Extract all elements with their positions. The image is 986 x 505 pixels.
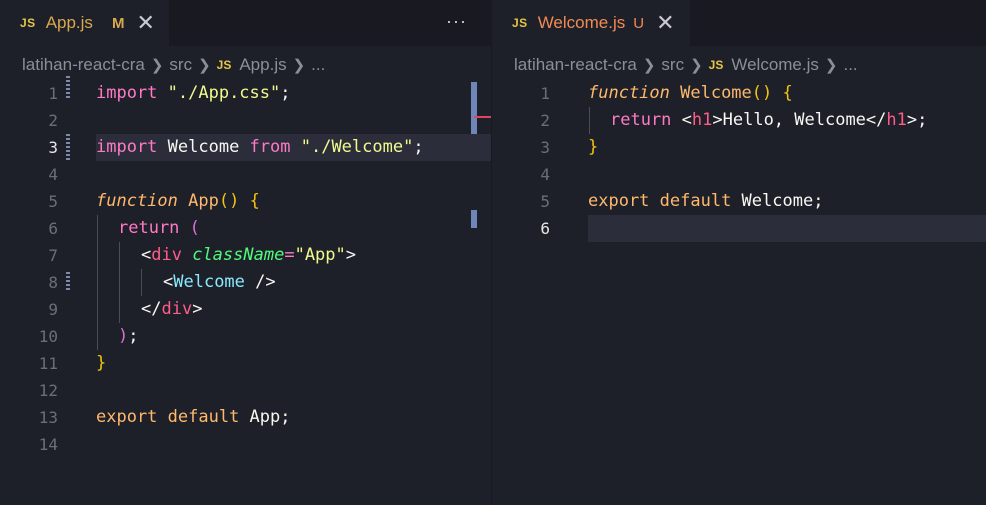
more-actions-icon[interactable]: ··· (446, 11, 467, 32)
code-text: return ( (118, 218, 200, 238)
chevron-right-icon: ❯ (292, 57, 306, 74)
chevron-right-icon: ❯ (198, 57, 211, 74)
untracked-badge: U (633, 14, 645, 32)
js-file-icon: JS (216, 58, 232, 72)
close-icon[interactable]: ✕ (136, 12, 154, 34)
code-text: import "./App.css"; (96, 83, 291, 103)
line-number: 2 (540, 111, 550, 130)
line-number: 3 (540, 138, 550, 157)
code-line: 4 (492, 161, 986, 188)
line-number: 1 (540, 84, 550, 103)
js-file-icon: JS (20, 16, 36, 30)
breadcrumb-folder[interactable]: latihan-react-cra (22, 55, 145, 75)
chevron-right-icon: ❯ (642, 57, 656, 74)
code-line: 14 (0, 431, 491, 458)
line-number: 9 (48, 300, 58, 319)
line-number: 2 (48, 111, 58, 130)
breadcrumb-symbol[interactable]: ... (311, 55, 325, 75)
code-line: 9 </div> (0, 296, 491, 323)
code-line: 3 } (492, 134, 986, 161)
code-line: 4 (0, 161, 491, 188)
code-text: import Welcome from "./Welcome"; (96, 137, 424, 157)
code-line: 5 export default Welcome; (492, 188, 986, 215)
line-number: 8 (48, 273, 58, 292)
code-text: function Welcome() { (588, 83, 793, 103)
code-line: 12 (0, 377, 491, 404)
code-line: 7 <div className="App"> (0, 242, 491, 269)
line-number: 4 (540, 165, 550, 184)
line-number: 4 (48, 165, 58, 184)
line-number: 7 (48, 246, 58, 265)
modified-badge: M (111, 14, 125, 32)
chevron-right-icon: ❯ (824, 57, 838, 74)
breadcrumb-src[interactable]: src (169, 55, 192, 75)
tab-welcome-js[interactable]: JS Welcome.js U ✕ (492, 0, 690, 46)
code-line: 2 return <h1>Hello, Welcome</h1>; (492, 107, 986, 134)
breadcrumb-file[interactable]: App.js (239, 55, 286, 75)
code-line: 3 import Welcome from "./Welcome"; (0, 134, 491, 161)
close-icon[interactable]: ✕ (656, 12, 674, 34)
line-number: 6 (540, 219, 550, 238)
code-text: function App() { (96, 191, 260, 211)
chevron-right-icon: ❯ (690, 57, 703, 74)
line-number: 1 (48, 84, 58, 103)
code-line: 6 return ( (0, 215, 491, 242)
tab-bar-right: JS Welcome.js U ✕ (492, 0, 986, 46)
line-number: 12 (38, 381, 58, 400)
breadcrumb-folder[interactable]: latihan-react-cra (514, 55, 637, 75)
line-number: 13 (38, 408, 58, 427)
code-text: <div className="App"> (141, 245, 357, 265)
code-text: } (588, 137, 599, 157)
line-number: 6 (48, 219, 58, 238)
breadcrumb: latihan-react-cra ❯ src ❯ JS App.js ❯ ..… (22, 52, 325, 78)
line-number: 5 (540, 192, 550, 211)
line-number: 14 (38, 435, 58, 454)
code-line: 5 function App() { (0, 188, 491, 215)
tab-label: App.js (45, 13, 93, 32)
code-line: 10 ); (0, 323, 491, 350)
code-line: 11 } (0, 350, 491, 377)
line-number: 3 (48, 138, 58, 157)
line-number: 11 (38, 354, 58, 373)
js-file-icon: JS (708, 58, 724, 72)
code-line: 1 function Welcome() { (492, 80, 986, 107)
editor-pane-right: JS Welcome.js U ✕ latihan-react-cra ❯ sr… (492, 0, 986, 505)
editor-pane-left: JS App.js M ✕ ··· latihan-react-cra ❯ sr… (0, 0, 491, 505)
tab-label: Welcome.js (537, 13, 626, 32)
chevron-right-icon: ❯ (150, 57, 164, 74)
code-line: 1 import "./App.css"; (0, 80, 491, 107)
tab-bar-left: JS App.js M ✕ ··· (0, 0, 491, 46)
code-text: </div> (141, 299, 203, 319)
code-line: 6 (492, 215, 986, 242)
code-line: 13 export default App; (0, 404, 491, 431)
breadcrumb-symbol[interactable]: ... (843, 55, 857, 75)
code-text: export default Welcome; (588, 191, 824, 211)
line-number: 10 (38, 327, 58, 346)
scrollbar-deletion-marker (474, 116, 491, 118)
code-text: } (96, 353, 107, 373)
code-text: export default App; (96, 407, 291, 427)
line-number: 5 (48, 192, 58, 211)
js-file-icon: JS (512, 16, 528, 30)
code-text: return <h1>Hello, Welcome</h1>; (610, 110, 928, 130)
tab-app-js[interactable]: JS App.js M ✕ (0, 0, 169, 46)
breadcrumb-src[interactable]: src (661, 55, 684, 75)
scrollbar-change-marker (471, 82, 477, 134)
code-line: 2 (0, 107, 491, 134)
code-line: 8 <Welcome /> (0, 269, 491, 296)
code-text: <Welcome /> (163, 272, 276, 292)
breadcrumb: latihan-react-cra ❯ src ❯ JS Welcome.js … (514, 52, 858, 78)
code-text: ); (118, 326, 139, 346)
breadcrumb-file[interactable]: Welcome.js (731, 55, 819, 75)
scrollbar-change-marker (471, 210, 477, 228)
